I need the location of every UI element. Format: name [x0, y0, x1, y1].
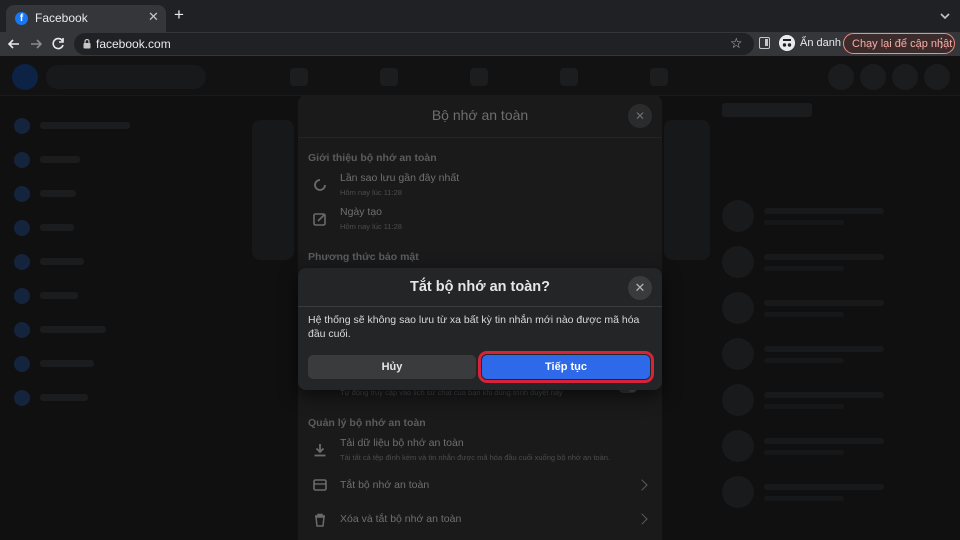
- browser-tab-facebook[interactable]: f Facebook ✕: [6, 5, 166, 32]
- facebook-search-box: [46, 65, 206, 89]
- edit-calendar-icon: [313, 213, 326, 226]
- messenger-icon: [860, 64, 886, 90]
- facebook-favicon-icon: f: [15, 12, 28, 25]
- browser-toolbar: facebook.com ☆ Ẩn danh Chạy lại để cập n…: [0, 32, 960, 56]
- tab-search-chevron-icon[interactable]: [939, 10, 951, 22]
- turn-off-chevron-right-icon: [636, 479, 648, 491]
- trash-icon: [315, 513, 325, 527]
- left-menu-item: [14, 254, 124, 270]
- groups-nav-icon: [560, 68, 578, 86]
- created-date-sub: Hôm nay lúc 11:28: [340, 222, 402, 231]
- new-tab-button[interactable]: +: [174, 6, 184, 24]
- left-menu-item: [14, 390, 124, 406]
- chat-list-item: [722, 338, 922, 374]
- chat-list-item: [722, 384, 922, 420]
- profile-avatar: [924, 64, 950, 90]
- chat-list-item: [722, 476, 922, 512]
- panel-title: Bộ nhớ an toàn: [431, 107, 529, 123]
- relaunch-update-button[interactable]: Chạy lại để cập nhật ⋮: [843, 33, 955, 54]
- chat-list-item: [722, 246, 922, 282]
- chat-sidebar-title: [722, 103, 812, 117]
- section-intro-label: Giới thiệu bộ nhớ an toàn: [308, 152, 437, 164]
- dialog-message: Hệ thống sẽ không sao lưu từ xa bất kỳ t…: [308, 314, 640, 340]
- tab-close-icon[interactable]: ✕: [148, 9, 159, 25]
- menu-grid-icon: [828, 64, 854, 90]
- facebook-logo-icon: [12, 64, 38, 90]
- address-bar[interactable]: facebook.com ☆: [74, 33, 754, 55]
- last-backup-title: Lần sao lưu gần đây nhất: [340, 172, 460, 184]
- lock-icon[interactable]: [83, 39, 91, 49]
- dialog-title: Tắt bộ nhớ an toàn?: [410, 279, 550, 295]
- forward-arrow-icon[interactable]: [26, 34, 46, 54]
- chat-list-item: [722, 200, 922, 236]
- gaming-nav-icon: [650, 68, 668, 86]
- dialog-close-icon[interactable]: ✕: [628, 276, 652, 300]
- story-card: [252, 120, 294, 260]
- reload-icon[interactable]: [48, 34, 68, 54]
- delete-turn-off-title[interactable]: Xóa và tắt bộ nhớ an toàn: [340, 513, 461, 525]
- panel-divider: [298, 137, 662, 138]
- browser-menu-icon[interactable]: ⋮: [935, 35, 948, 51]
- download-data-title[interactable]: Tải dữ liệu bộ nhớ an toàn: [340, 437, 464, 449]
- marketplace-nav-icon: [470, 68, 488, 86]
- story-card: [664, 120, 710, 260]
- last-backup-sub: Hôm nay lúc 11:28: [340, 188, 402, 197]
- notifications-bell-icon: [892, 64, 918, 90]
- download-data-sub: Tải tất cả tệp đính kèm và tin nhắn được…: [340, 453, 611, 462]
- incognito-icon[interactable]: [779, 35, 795, 51]
- storage-off-icon: [313, 479, 327, 491]
- left-menu-item: [14, 322, 124, 338]
- download-icon: [314, 444, 326, 457]
- incognito-label: Ẩn danh: [800, 37, 841, 49]
- browser-tab-bar: f Facebook ✕ +: [0, 0, 960, 32]
- left-menu-item: [14, 186, 124, 202]
- section-security-label: Phương thức bảo mật: [308, 251, 419, 263]
- dialog-divider: [298, 306, 662, 307]
- delete-chevron-right-icon: [636, 513, 648, 525]
- cancel-button[interactable]: Hủy: [308, 355, 476, 379]
- tab-title: Facebook: [35, 11, 88, 25]
- facebook-top-nav: [0, 56, 960, 96]
- chat-list-item: [722, 292, 922, 328]
- left-menu-item: [14, 356, 124, 372]
- left-menu-item: [14, 220, 124, 236]
- bookmark-star-icon[interactable]: ☆: [730, 35, 743, 52]
- created-date-title: Ngày tạo: [340, 206, 383, 218]
- left-menu-item: [14, 288, 124, 304]
- url-text[interactable]: facebook.com: [96, 37, 171, 51]
- backup-history-icon: [314, 179, 326, 191]
- turn-off-storage-title[interactable]: Tắt bộ nhớ an toàn: [340, 479, 429, 491]
- left-menu-item: [14, 152, 124, 168]
- continue-button[interactable]: Tiếp tục: [478, 351, 654, 383]
- home-nav-icon: [290, 68, 308, 86]
- panel-close-icon[interactable]: ✕: [628, 104, 652, 128]
- chat-list-item: [722, 430, 922, 466]
- back-arrow-icon[interactable]: [4, 34, 24, 54]
- section-manage-label: Quản lý bộ nhớ an toàn: [308, 417, 426, 429]
- left-menu-item: [14, 118, 130, 134]
- side-panel-icon[interactable]: [759, 37, 770, 49]
- turn-off-confirm-dialog: Tắt bộ nhớ an toàn? ✕ Hệ thống sẽ không …: [298, 268, 662, 390]
- watch-nav-icon: [380, 68, 398, 86]
